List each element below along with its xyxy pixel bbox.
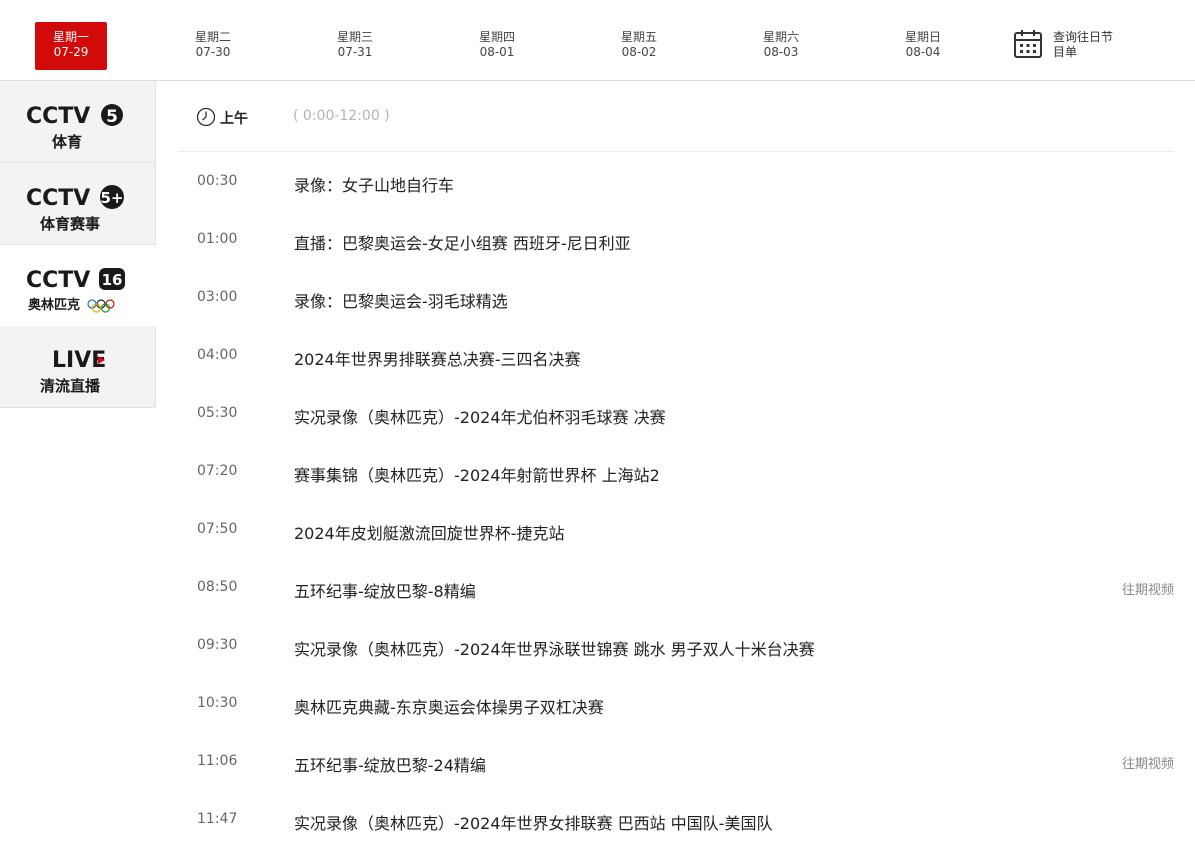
program-row[interactable]: 11:06 五环纪事-绽放巴黎-24精编 往期视频 (178, 733, 1174, 791)
date-tab-3[interactable]: 星期四 08-01 (461, 22, 533, 70)
date-tab-date: 07-30 (195, 45, 231, 59)
channel-number-text: 16 (102, 271, 123, 289)
date-tab-weekday: 星期一 (52, 30, 89, 44)
program-schedule: 上午 ( 0:00-12:00 ) 00:30 录像：女子山地自行车 01:00… (178, 81, 1174, 848)
date-tab-0[interactable]: 星期一 07-29 (35, 22, 107, 70)
olympic-rings-icon (87, 299, 115, 313)
channel-logo-text: CCTV (26, 104, 90, 129)
program-row[interactable]: 03:00 录像：巴黎奥运会-羽毛球精选 (178, 269, 1174, 327)
program-time: 11:06 (197, 753, 238, 769)
program-row[interactable]: 00:30 录像：女子山地自行车 (178, 153, 1174, 211)
program-time: 01:00 (197, 231, 238, 247)
query-past-schedule-label: 查询往日节 目单 (1053, 30, 1119, 60)
date-tab-weekday: 星期四 (478, 30, 515, 44)
program-row[interactable]: 08:50 五环纪事-绽放巴黎-8精编 往期视频 (178, 559, 1174, 617)
program-row[interactable]: 05:30 实况录像（奥林匹克）-2024年尤伯杯羽毛球赛 决赛 (178, 385, 1174, 443)
date-tab-date: 07-29 (53, 45, 89, 59)
program-time: 07:50 (197, 521, 238, 537)
program-title: 实况录像（奥林匹克）-2024年世界泳联世锦赛 跳水 男子双人十米台决赛 (294, 640, 815, 659)
program-time: 09:30 (197, 637, 238, 653)
program-time: 10:30 (197, 695, 238, 711)
channel-cctv5[interactable]: CCTV 5 体育 (0, 81, 156, 163)
clock-icon (196, 107, 216, 127)
cctv5-logo-icon: CCTV 5 体育 (26, 104, 123, 151)
program-row[interactable]: 09:30 实况录像（奥林匹克）-2024年世界泳联世锦赛 跳水 男子双人十米台… (178, 617, 1174, 675)
channel-cctv16[interactable]: CCTV 16 奥林匹克 (0, 245, 156, 327)
calendar-icon (1014, 30, 1042, 58)
program-title: 奥林匹克典藏-东京奥运会体操男子双杠决赛 (294, 698, 604, 717)
program-title: 录像：巴黎奥运会-羽毛球精选 (294, 292, 508, 311)
cctv5plus-logo-icon: CCTV 5+ 体育赛事 (26, 185, 124, 233)
program-time: 11:47 (197, 811, 238, 827)
date-tab-date: 08-01 (479, 45, 515, 59)
past-video-link[interactable]: 往期视频 (1122, 579, 1174, 598)
channel-logo-text: CCTV (26, 268, 90, 293)
date-navigation-bar: 星期一 07-29 星期二 07-30 星期三 07-31 星期四 08-01 … (0, 0, 1195, 81)
program-time: 03:00 (197, 289, 238, 305)
program-row[interactable]: 07:20 赛事集锦（奥林匹克）-2024年射箭世界杯 上海站2 (178, 443, 1174, 501)
program-row[interactable]: 01:00 直播：巴黎奥运会-女足小组赛 西班牙-尼日利亚 (178, 211, 1174, 269)
date-tab-date: 08-03 (763, 45, 799, 59)
program-title: 直播：巴黎奥运会-女足小组赛 西班牙-尼日利亚 (294, 234, 631, 253)
cctv16-logo-icon: CCTV 16 奥林匹克 (26, 268, 125, 313)
program-title: 五环纪事-绽放巴黎-24精编 (294, 756, 486, 775)
channel-subtitle-text: 清流直播 (40, 377, 101, 395)
date-tab-weekday: 星期三 (336, 30, 373, 44)
program-row[interactable]: 10:30 奥林匹克典藏-东京奥运会体操男子双杠决赛 (178, 675, 1174, 733)
program-title: 2024年世界男排联赛总决赛-三四名决赛 (294, 350, 581, 369)
query-label-line2: 目单 (1053, 45, 1078, 59)
date-tab-weekday: 星期日 (904, 30, 941, 44)
channel-subtitle-text: 奥林匹克 (28, 297, 80, 313)
date-tab-5[interactable]: 星期六 08-03 (745, 22, 817, 70)
date-tab-weekday: 星期六 (762, 30, 799, 44)
query-label-line1: 查询往日节 (1053, 30, 1114, 44)
program-title: 录像：女子山地自行车 (294, 176, 455, 195)
program-title: 五环纪事-绽放巴黎-8精编 (294, 582, 476, 601)
live-logo-icon: LIVE 清流直播 (40, 348, 106, 395)
period-header: 上午 ( 0:00-12:00 ) (178, 81, 1174, 152)
program-time: 00:30 (197, 173, 238, 189)
date-tab-2[interactable]: 星期三 07-31 (319, 22, 391, 70)
program-time: 04:00 (197, 347, 238, 363)
past-video-link[interactable]: 往期视频 (1122, 753, 1174, 772)
program-time: 07:20 (197, 463, 238, 479)
date-tab-weekday: 星期二 (194, 30, 231, 44)
channel-subtitle-text: 体育 (52, 133, 82, 151)
date-tab-1[interactable]: 星期二 07-30 (177, 22, 249, 70)
date-tab-4[interactable]: 星期五 08-02 (603, 22, 675, 70)
channel-live[interactable]: LIVE 清流直播 (0, 326, 156, 408)
program-time: 05:30 (197, 405, 238, 421)
channel-sidebar: CCTV 5 体育 CCTV 5+ 体育赛事 CCTV 16 奥林匹克 LIVE… (0, 81, 156, 408)
date-tab-weekday: 星期五 (620, 30, 657, 44)
channel-number-text: 5+ (100, 189, 123, 207)
program-time: 08:50 (197, 579, 238, 595)
channel-logo-text: CCTV (26, 186, 90, 211)
date-tab-date: 08-02 (621, 45, 657, 59)
channel-cctv5plus[interactable]: CCTV 5+ 体育赛事 (0, 163, 156, 245)
channel-number-text: 5 (106, 107, 118, 127)
date-tab-6[interactable]: 星期日 08-04 (887, 22, 959, 70)
program-title: 实况录像（奥林匹克）-2024年尤伯杯羽毛球赛 决赛 (294, 408, 666, 427)
program-title: 赛事集锦（奥林匹克）-2024年射箭世界杯 上海站2 (294, 466, 660, 485)
channel-subtitle-text: 体育赛事 (40, 215, 100, 233)
program-title: 实况录像（奥林匹克）-2024年世界女排联赛 巴西站 中国队-美国队 (294, 814, 773, 833)
period-label: 上午 (220, 111, 248, 127)
program-title: 2024年皮划艇激流回旋世界杯-捷克站 (294, 524, 565, 543)
date-tab-date: 08-04 (905, 45, 941, 59)
program-row[interactable]: 07:50 2024年皮划艇激流回旋世界杯-捷克站 (178, 501, 1174, 559)
query-past-schedule-button[interactable]: 查询往日节 目单 (1013, 28, 1123, 62)
program-row[interactable]: 04:00 2024年世界男排联赛总决赛-三四名决赛 (178, 327, 1174, 385)
period-range: ( 0:00-12:00 ) (293, 108, 390, 124)
program-row[interactable]: 11:47 实况录像（奥林匹克）-2024年世界女排联赛 巴西站 中国队-美国队 (178, 791, 1174, 848)
date-tab-date: 07-31 (337, 45, 373, 59)
